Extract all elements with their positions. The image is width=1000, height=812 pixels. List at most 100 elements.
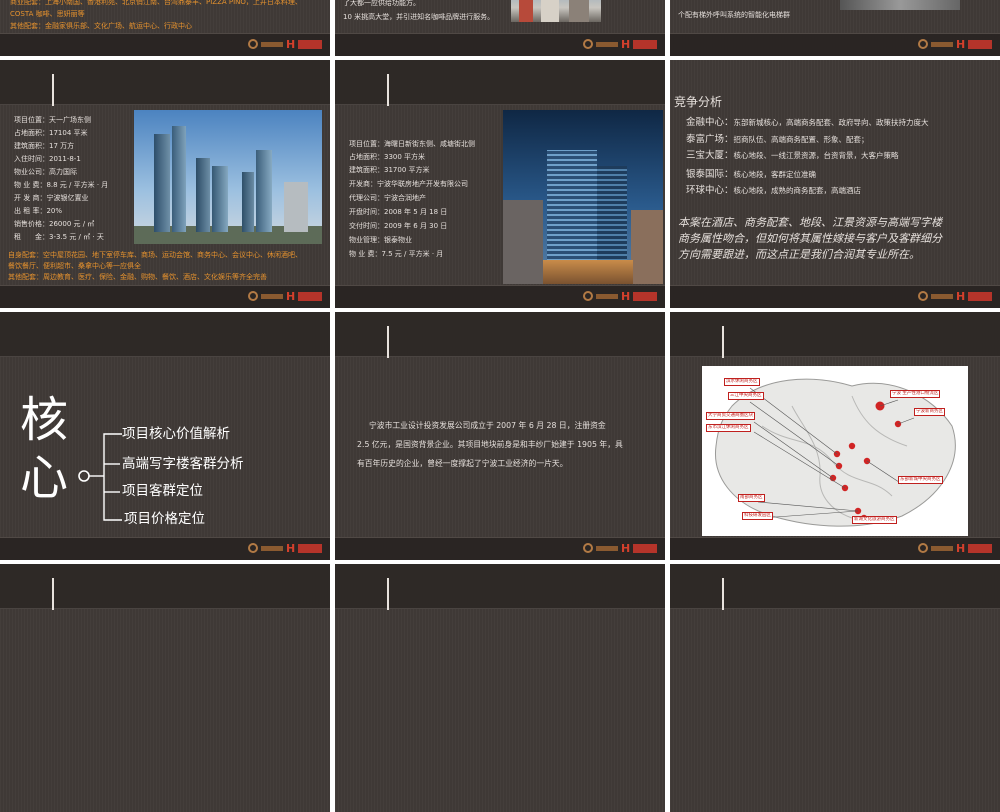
company-logo: H xyxy=(918,38,994,52)
slide6-summary-3: 方向需要跟进，而这点正是我们合润其专业所在。 xyxy=(678,248,920,261)
slide4-info-1: 项目位置：天一广场东侧 xyxy=(14,116,91,124)
slide-thumbnail-8[interactable]: 宁波市工业设计投资发展公司成立于 2007 年 6 月 28 日，注册资金 2.… xyxy=(335,312,665,560)
slide8-line-3: 有百年历史的企业，曾经一度撑起了宁波工业经济的一片天。 xyxy=(357,459,568,468)
slide5-info-8: 物业管理：银泰物业 xyxy=(349,236,412,244)
slide-thumbnail-10[interactable] xyxy=(0,564,330,812)
header-divider xyxy=(722,326,724,358)
header-divider xyxy=(52,74,54,106)
slide-thumbnail-6[interactable]: 竞争分析 金融中心：东部新城核心，高端商务配套、政府导向、政策扶持力度大 泰富广… xyxy=(670,60,1000,308)
slide-footer: H xyxy=(0,537,330,560)
map-label-3: 大学商贸交通商圈区块 xyxy=(706,412,755,420)
slide8-line-2: 2.5 亿元，是国资背景企业。其项目地块前身是和丰纱厂始建于 1905 年，具 xyxy=(357,440,623,449)
slide4-info-9: 销售价格：26000 元 / ㎡ xyxy=(14,220,95,228)
map-label-4: 东市滨江休闲商务区 xyxy=(706,424,751,432)
slide-header-bar xyxy=(670,312,1000,357)
slide3-line: 个配有梯外呼叫系统的智能化电梯群 xyxy=(678,11,790,19)
slide6-item-5: 环球中心：核心地段，成熟的商务配套，高端酒店 xyxy=(686,185,862,196)
slide5-info-4: 开发商：宁波华联房地产开发有限公司 xyxy=(349,180,468,188)
slide7-big-char-2: 心 xyxy=(20,450,69,506)
slide-footer: H xyxy=(670,33,1000,56)
slide-thumbnail-7[interactable]: 核 心 项目核心价值解析 高端写字楼客群分析 项目客群定位 项目价格定位 H xyxy=(0,312,330,560)
slide-footer: H xyxy=(335,537,665,560)
slide5-info-5: 代理公司：宁波合润地产 xyxy=(349,194,426,202)
slide-thumbnail-1[interactable]: 商业配套：上海小南国、香港利苑、北京俏江南、台湾鼎泰丰、PIZZA PINO，上… xyxy=(0,0,330,56)
slide-footer: H xyxy=(0,33,330,56)
slide2-line-1: 了大都一应供给功能方。 xyxy=(343,0,420,7)
map-label-7: 东部新城中央商务区 xyxy=(898,476,943,484)
slide-header-bar xyxy=(335,312,665,357)
slide-header-bar xyxy=(0,60,330,105)
slide-footer: H xyxy=(670,285,1000,308)
slide6-item-2: 泰富广场：招商队伍、高端商务配置、形象、配套； xyxy=(686,134,869,145)
building-photo xyxy=(511,0,601,22)
slide-thumbnail-12[interactable] xyxy=(670,564,1000,812)
slide4-info-10: 租 金：3-3.5 元 / ㎡ · 天 xyxy=(14,233,104,241)
slide6-item-1: 金融中心：东部新城核心，高端商务配套、政府导向、政策扶持力度大 xyxy=(686,117,929,128)
map-label-6: 宁波新商务区 xyxy=(914,408,945,416)
header-divider xyxy=(52,578,54,610)
map-label-8: 南部商务区 xyxy=(738,494,765,502)
map-label-5: 宁波 生产性港口物流区 xyxy=(890,390,941,398)
slide6-title: 竞争分析 xyxy=(674,95,723,109)
slide4-info-5: 物业公司：高力国际 xyxy=(14,168,77,176)
slide-footer: H xyxy=(0,285,330,308)
company-logo: H xyxy=(248,542,324,556)
slide-footer: H xyxy=(335,33,665,56)
header-divider xyxy=(722,578,724,610)
map-label-2: 三江中央商务区 xyxy=(728,392,764,400)
slide4-info-8: 出 租 率：20% xyxy=(14,207,63,215)
slide7-item-1: 项目核心价值解析 xyxy=(122,426,230,442)
map-label-1: 滨水休闲商务区 xyxy=(724,378,760,386)
slide4-info-2: 占地面积：17104 平米 xyxy=(14,129,88,137)
slide5-info-1: 项目位置：海曙日新街东侧、咸塘街北侧 xyxy=(349,140,475,148)
slide-thumbnail-9[interactable]: 滨水休闲商务区 三江中央商务区 大学商贸交通商圈区块 东市滨江休闲商务区 宁波 … xyxy=(670,312,1000,560)
slide4-info-4: 入住时间：2011-8-1 xyxy=(14,155,81,163)
company-logo: H xyxy=(248,290,324,304)
slide-header-bar xyxy=(0,312,330,357)
company-logo: H xyxy=(583,38,659,52)
outline-bracket xyxy=(78,433,122,521)
slide-header-bar xyxy=(335,564,665,609)
slide-thumbnail-4[interactable]: 项目位置：天一广场东侧 占地面积：17104 平米 建筑面积：17 万方 入住时… xyxy=(0,60,330,308)
slide-thumbnail-5[interactable]: 项目位置：海曙日新街东侧、咸塘街北侧 占地面积：3300 平方米 建筑面积：31… xyxy=(335,60,665,308)
slide6-item-3: 三宝大厦：核心地段、一线江景资源，台资背景，大客户策略 xyxy=(686,150,899,161)
slide6-item-4: 银泰国际：核心地段，客群定位准确 xyxy=(686,169,817,180)
slide1-orange-line-2: COSTA 咖啡、思妍丽等 xyxy=(10,10,85,18)
tower-photo xyxy=(134,110,322,244)
map-label-9: 科技研发园区 xyxy=(742,512,773,520)
slide7-item-3: 项目客群定位 xyxy=(122,483,203,499)
header-divider xyxy=(387,326,389,358)
slide6-summary-2: 商务属性吻合，但如何将其属性嫁接与客户及客群细分 xyxy=(678,232,942,245)
slide-thumbnail-11[interactable] xyxy=(335,564,665,812)
slide5-info-7: 交付时间：2009 年 6 月 30 日 xyxy=(349,222,448,230)
building-photo xyxy=(840,0,960,10)
slide-header-bar xyxy=(0,564,330,609)
slide1-orange-line-3: 其他配套：金融家俱乐部、文化广场、航运中心、行政中心 xyxy=(10,22,192,30)
slide4-info-6: 物 业 费：8.8 元 / 平方米 · 月 xyxy=(14,181,109,189)
slide4-info-3: 建筑面积：17 万方 xyxy=(14,142,75,150)
company-logo: H xyxy=(248,38,324,52)
slide5-info-9: 物 业 费：7.5 元 / 平方米 · 月 xyxy=(349,250,444,258)
slide4-info-7: 开 发 商：宁波银亿置业 xyxy=(14,194,89,202)
company-logo: H xyxy=(918,290,994,304)
map-label-10: 新湖文化旅游商务区 xyxy=(852,516,897,524)
slide5-info-6: 开盘时间：2008 年 5 月 18 日 xyxy=(349,208,448,216)
slide7-item-2: 高端写字楼客群分析 xyxy=(122,456,244,472)
company-logo: H xyxy=(583,290,659,304)
header-divider xyxy=(387,578,389,610)
slide6-summary-1: 本案在酒店、商务配套、地段、江景资源与高端写字楼 xyxy=(678,216,942,229)
slide8-line-1: 宁波市工业设计投资发展公司成立于 2007 年 6 月 28 日，注册资金 xyxy=(369,421,606,430)
slide7-big-char-1: 核 xyxy=(20,392,69,448)
slide-thumbnail-2[interactable]: 了大都一应供给功能方。 10 米挑高大堂，并引进知名咖啡品牌进行服务。 H xyxy=(335,0,665,56)
district-map: 滨水休闲商务区 三江中央商务区 大学商贸交通商圈区块 东市滨江休闲商务区 宁波 … xyxy=(702,366,968,536)
company-logo: H xyxy=(918,542,994,556)
slide4-orange-3: 其他配套：周边教育、医疗、保险、金融、购物、餐饮、酒店、文化娱乐等齐全完善 xyxy=(8,273,267,281)
header-divider xyxy=(387,74,389,106)
slide-thumbnail-3[interactable]: 个配有梯外呼叫系统的智能化电梯群 H xyxy=(670,0,1000,56)
slide7-item-4: 项目价格定位 xyxy=(124,511,205,527)
tower-night-photo xyxy=(503,110,663,284)
slide5-info-3: 建筑面积：31700 平方米 xyxy=(349,166,430,174)
slide-footer: H xyxy=(670,537,1000,560)
slide-header-bar xyxy=(670,564,1000,609)
slide-header-bar xyxy=(335,60,665,105)
